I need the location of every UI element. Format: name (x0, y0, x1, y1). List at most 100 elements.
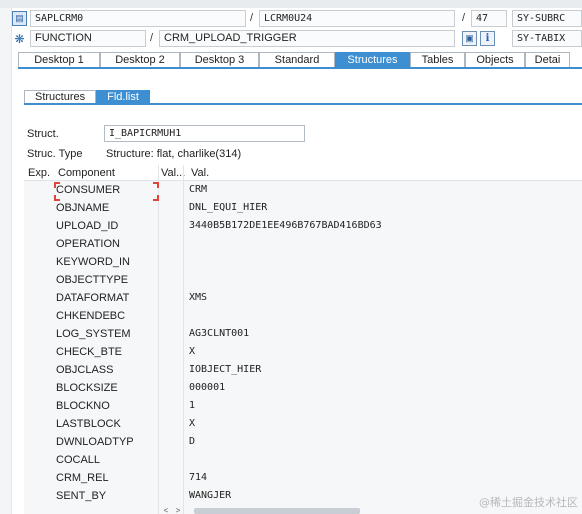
component-value[interactable]: IOBJECT_HIER (189, 364, 261, 375)
header-row-function: ❋ FUNCTION / CRM_UPLOAD_TRIGGER ▣ i SY-T… (12, 30, 582, 47)
table-row[interactable]: OBJNAME DNL_EQUI_HIER (24, 199, 582, 217)
component-value[interactable]: DNL_EQUI_HIER (189, 202, 267, 213)
component-value[interactable]: X (189, 346, 195, 357)
struct-type-value: Structure: flat, charlike(314) (106, 148, 242, 160)
component-name: LOG_SYSTEM (56, 328, 131, 340)
selection-corner-marker (153, 182, 159, 188)
component-value[interactable]: 1 (189, 400, 195, 411)
grid-body: CONSUMER CRM OBJNAME DNL_EQUI_HIER UPLOAD_ID… (24, 181, 582, 514)
component-name: KEYWORD_IN (56, 256, 130, 268)
subtab-structures[interactable]: Structures (24, 90, 97, 103)
table-row[interactable]: UPLOAD_ID 3440B5B172DE1EE496B767BAD416BD6… (24, 217, 582, 235)
component-value[interactable]: WANGJER (189, 490, 231, 501)
component-name: CHKENDEBC (56, 310, 126, 322)
scroll-right-icon[interactable]: > (172, 506, 184, 514)
column-header-exp[interactable]: Exp. (28, 167, 50, 179)
component-value[interactable]: D (189, 436, 195, 447)
component-name: CRM_REL (56, 472, 109, 484)
column-header-value[interactable]: Val. (191, 167, 209, 179)
separator-slash: / (462, 12, 466, 24)
component-name: DATAFORMAT (56, 292, 130, 304)
tab-tables[interactable]: Tables (410, 52, 465, 67)
left-gutter (0, 8, 12, 514)
scroll-left-icon[interactable]: < (160, 506, 172, 514)
table-row[interactable]: OBJECTTYPE (24, 271, 582, 289)
component-name: OPERATION (56, 238, 120, 250)
function-module-icon: ❋ (14, 31, 25, 46)
component-value[interactable]: CRM (189, 184, 207, 195)
column-separator[interactable] (158, 165, 159, 514)
component-name: OBJNAME (56, 202, 110, 214)
column-separator[interactable] (183, 165, 184, 514)
table-row[interactable]: CONSUMER CRM (24, 181, 582, 199)
separator-slash: / (150, 32, 154, 44)
tab-desktop-2[interactable]: Desktop 2 (100, 52, 180, 67)
component-value[interactable]: XMS (189, 292, 207, 303)
column-header-val-hex[interactable]: Val... (161, 167, 185, 179)
table-row[interactable]: CHECK_BTE X (24, 343, 582, 361)
tab-structures[interactable]: Structures (335, 52, 410, 67)
struct-name-input[interactable]: I_BAPICRMUH1 (104, 125, 305, 142)
table-row[interactable]: OPERATION (24, 235, 582, 253)
component-name: DWNLOADTYP (56, 436, 134, 448)
program-icon: ▤ (12, 11, 27, 26)
tab-desktop-3[interactable]: Desktop 3 (180, 52, 259, 67)
scrollbar-thumb[interactable] (194, 508, 360, 514)
tab-details[interactable]: Detai (525, 52, 570, 67)
component-name: LASTBLOCK (56, 418, 121, 430)
component-value[interactable]: X (189, 418, 195, 429)
component-name: BLOCKNO (56, 400, 110, 412)
component-name: BLOCKSIZE (56, 382, 118, 394)
watermark-text: @稀土掘金技术社区 (479, 496, 578, 509)
function-name-field: CRM_UPLOAD_TRIGGER (159, 30, 455, 47)
table-row[interactable]: CRM_REL 714 (24, 469, 582, 487)
table-row[interactable]: DWNLOADTYP D (24, 433, 582, 451)
selection-corner-marker (153, 195, 159, 201)
program-field: SAPLCRM0 (30, 10, 246, 27)
tab-desktop-1[interactable]: Desktop 1 (18, 52, 100, 67)
component-value[interactable]: AG3CLNT001 (189, 328, 249, 339)
desktop-tab-strip: Desktop 1 Desktop 2 Desktop 3 Standard S… (18, 52, 582, 69)
object-type-field: FUNCTION (30, 30, 146, 47)
component-name: CONSUMER (56, 184, 121, 196)
table-row[interactable]: COCALL (24, 451, 582, 469)
subtab-field-list[interactable]: Fld.list (96, 90, 150, 103)
tab-objects[interactable]: Objects (465, 52, 525, 67)
tab-standard[interactable]: Standard (259, 52, 335, 67)
component-value[interactable]: 000001 (189, 382, 225, 393)
table-row[interactable]: BLOCKNO 1 (24, 397, 582, 415)
column-header-component[interactable]: Component (58, 167, 115, 179)
grid-header: Exp. Component Val... Val. (24, 165, 582, 181)
sysvar-tabix-field[interactable]: SY-TABIX (512, 30, 582, 47)
component-name: OBJECTTYPE (56, 274, 129, 286)
component-value[interactable]: 714 (189, 472, 207, 483)
table-row[interactable]: LOG_SYSTEM AG3CLNT001 (24, 325, 582, 343)
sysvar-subrc-field[interactable]: SY-SUBRC (512, 10, 582, 27)
table-row[interactable]: BLOCKSIZE 000001 (24, 379, 582, 397)
info-icon[interactable]: i (480, 31, 495, 46)
struct-label: Struct. (27, 128, 59, 140)
horizontal-scrollbar[interactable]: < > (160, 506, 360, 514)
include-field: LCRM0U24 (259, 10, 455, 27)
header-row-program: ▤ SAPLCRM0 / LCRM0U24 / 47 SY-SUBRC (12, 10, 582, 27)
table-row[interactable]: LASTBLOCK X (24, 415, 582, 433)
display-object-icon[interactable]: ▣ (462, 31, 477, 46)
separator-slash: / (250, 12, 254, 24)
component-name: UPLOAD_ID (56, 220, 119, 232)
component-name: COCALL (56, 454, 101, 466)
field-list-grid: Exp. Component Val... Val. CONSUMER CRM OB… (24, 165, 582, 514)
component-name: CHECK_BTE (56, 346, 123, 358)
selection-corner-marker (54, 182, 60, 188)
line-number-field: 47 (471, 10, 507, 27)
table-row[interactable]: CHKENDEBC (24, 307, 582, 325)
selection-corner-marker (54, 195, 60, 201)
top-toolbar-strip (0, 0, 582, 8)
component-value[interactable]: 3440B5B172DE1EE496B767BAD416BD63 (189, 220, 382, 231)
component-name: OBJCLASS (56, 364, 114, 376)
table-row[interactable]: KEYWORD_IN (24, 253, 582, 271)
table-row[interactable]: DATAFORMAT XMS (24, 289, 582, 307)
table-row[interactable]: OBJCLASS IOBJECT_HIER (24, 361, 582, 379)
component-name: SENT_BY (56, 490, 107, 502)
structure-subtab-strip: Structures Fld.list (24, 90, 582, 105)
struct-type-label: Struc. Type (27, 148, 83, 160)
